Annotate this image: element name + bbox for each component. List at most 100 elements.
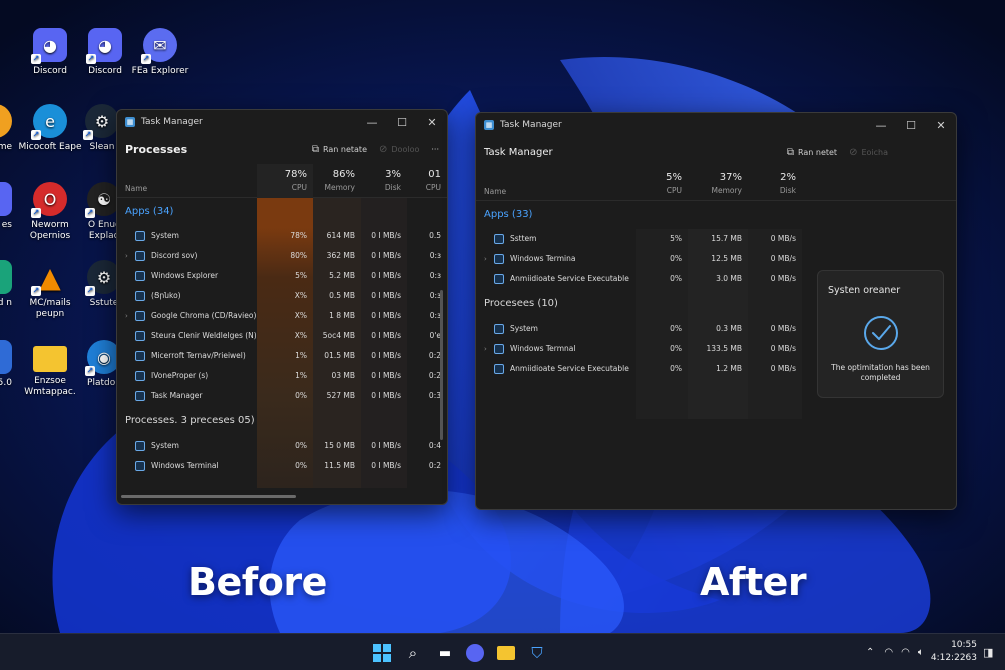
network-icon[interactable]: ◠ (901, 647, 910, 658)
process-name-cell: Anmiidioate Service Executable (484, 269, 629, 289)
process-name-cell: System (125, 226, 179, 246)
title-bar[interactable]: ▦ Task Manager — ☐ ✕ (117, 110, 447, 134)
process-name: Ssttem (510, 234, 537, 243)
table-row[interactable]: System 78% 614 MB 0 I MB/s 0.5 (117, 226, 447, 246)
close-icon[interactable]: ✕ (926, 113, 956, 137)
close-icon[interactable]: ✕ (417, 110, 447, 134)
horizontal-scrollbar[interactable] (121, 495, 296, 498)
memory-value: 614 MB (326, 231, 355, 240)
process-name-cell: Anmiidioate Service Executable (484, 359, 629, 379)
vlc-icon: ▲ ↗ (31, 260, 61, 296)
table-row[interactable]: Windows Explorer 5% 5.2 MB 0 I MB/s 0:з (117, 266, 447, 286)
cpu-value: 0% (670, 364, 682, 373)
steam-icon: ⚙ ↗ (83, 104, 119, 140)
table-row[interactable]: System 0% 15 0 MB 0 I MB/s 0:4 (117, 436, 447, 456)
maximize-icon[interactable]: ☐ (896, 113, 926, 137)
process-name-cell: › Discord sov) (125, 246, 197, 266)
process-icon (135, 371, 145, 381)
more-options-button[interactable]: ··· (431, 145, 439, 154)
after-label: After (700, 560, 807, 604)
task-view-icon[interactable]: ▬ (434, 642, 456, 664)
cpu-header[interactable]: 78% CPU (257, 164, 313, 198)
clock[interactable]: 10:55 4:12:2263 (931, 639, 977, 665)
memory-header[interactable]: 86% Memory (313, 164, 361, 198)
volume-icon[interactable]: 🔈︎ (918, 647, 924, 658)
maximize-icon[interactable]: ☐ (387, 110, 417, 134)
cpu-header-2[interactable]: 01 CPU (407, 164, 447, 198)
cpu-value: 0% (295, 391, 307, 400)
memory-value: 03 MB (331, 371, 355, 380)
process-name: Windows Terminal (151, 461, 219, 470)
chevron-up-icon[interactable]: ⌃ (866, 647, 874, 658)
extra-value: 0:з (429, 251, 441, 260)
edge-icon: e ↗ (31, 104, 67, 140)
process-name-cell: System (484, 319, 538, 339)
process-name: Windows Explorer (151, 271, 219, 280)
disk-value: 0 I MB/s (371, 351, 401, 360)
cpu-value: 78% (290, 231, 307, 240)
disk-value: 0 I MB/s (371, 291, 401, 300)
process-name-cell: Ssttem (484, 229, 536, 249)
end-task-button[interactable]: ⊘ Dooloo (379, 144, 419, 155)
cpu-value: 80% (290, 251, 307, 260)
table-row[interactable]: IVoneProper (s) 1% 03 MB 0 I MB/s 0:2 (117, 366, 447, 386)
table-row[interactable]: Task Manager 0% 527 MB 0 I MB/s 0:3 (117, 386, 447, 406)
chevron-right-icon[interactable]: › (125, 306, 135, 326)
memory-value: 01.5 MB (324, 351, 355, 360)
name-header[interactable]: Name (125, 184, 147, 193)
end-task-icon: ⊘ (379, 143, 388, 155)
end-task-button[interactable]: ⊘ Eoicha (849, 147, 888, 158)
title-bar[interactable]: ▦ Task Manager — ☐ ✕ (476, 113, 956, 137)
desktop-icon[interactable]: ✉ ↗ FEa Explorer (128, 28, 192, 77)
security-shield-icon[interactable]: ⛉ (526, 642, 548, 664)
chevron-right-icon[interactable]: › (125, 246, 135, 266)
desktop-icon[interactable]: es (0, 182, 12, 231)
process-name-cell: (Ցրնko) (125, 286, 181, 306)
run-new-task-button[interactable]: ⧉ Ran netate (312, 144, 367, 155)
table-row[interactable]: Steura Clenir Weldlelges (N) X% 5oc4 MB 0 I… (117, 326, 447, 346)
memory-value: 527 MB (326, 391, 355, 400)
file-explorer-icon[interactable] (495, 642, 517, 664)
name-header[interactable]: Name (484, 187, 506, 196)
desktop-icon[interactable]: d n (0, 260, 12, 309)
wifi-icon[interactable]: ◠ (884, 647, 893, 658)
processes-group-header[interactable]: Processes. 3 preceses 05) (117, 406, 447, 436)
disk-header[interactable]: 2% Disk (748, 167, 802, 201)
table-row[interactable]: › Google Chroma (CD/Ravieo) X% 1 8 MB 0 I MB… (117, 306, 447, 326)
process-icon (494, 364, 504, 374)
table-row[interactable]: Micerroft Ternav/Prieiwel) 1% 01.5 MB 0 I M… (117, 346, 447, 366)
table-row[interactable]: Windows Terminal 0% 11.5 MB 0 I MB/s 0:2 (117, 456, 447, 476)
minimize-icon[interactable]: — (357, 110, 387, 134)
discord-icon: ◕ ↗ (86, 28, 122, 64)
opera-icon: O ↗ (31, 182, 67, 218)
minimize-icon[interactable]: — (866, 113, 896, 137)
disk-value: 0 I MB/s (371, 271, 401, 280)
chevron-right-icon[interactable]: › (484, 339, 494, 359)
table-row[interactable]: › Discord sov) 80% 362 MB 0 I MB/s 0:з (117, 246, 447, 266)
apps-group-header[interactable]: Apps (33) (476, 201, 956, 229)
extra-value: 0:з (429, 271, 441, 280)
desktop-icon[interactable]: me (0, 104, 12, 153)
toolbar: Task Manager ⧉ Ran netet ⊘ Eoicha (476, 137, 956, 167)
app-icon (0, 340, 12, 374)
apps-group-header[interactable]: Apps (34) (117, 198, 447, 226)
process-name-cell: Task Manager (125, 386, 202, 406)
table-row[interactable]: Ssttem 5% 15.7 MB 0 MB/s (476, 229, 956, 249)
desktop-icon[interactable]: d 4:5.0 (0, 340, 12, 389)
search-icon[interactable]: ⌕ (402, 642, 424, 664)
run-new-task-button[interactable]: ⧉ Ran netet (787, 147, 837, 158)
table-row[interactable]: (Ցրնko) X% 0.5 MB 0 I MB/s 0:з (117, 286, 447, 306)
chevron-right-icon[interactable]: › (484, 249, 494, 269)
memory-header[interactable]: 37% Memory (688, 167, 748, 201)
chat-icon[interactable] (464, 642, 486, 664)
start-button[interactable] (371, 642, 393, 664)
process-name-cell: Windows Terminal (125, 456, 219, 476)
system-tray: ⌃ ◠ ◠ 🔈︎ (866, 634, 924, 670)
notification-icon[interactable]: ◨ (983, 634, 993, 670)
table-row[interactable]: › Windows Termina 0% 12.5 MB 0 MB/s (476, 249, 956, 269)
disk-value: 0 MB/s (770, 274, 796, 283)
checkmark-circle-icon (864, 316, 898, 350)
vertical-scrollbar[interactable] (440, 290, 443, 440)
cpu-header[interactable]: 5% CPU (636, 167, 688, 201)
disk-header[interactable]: 3% Disk (361, 164, 407, 198)
